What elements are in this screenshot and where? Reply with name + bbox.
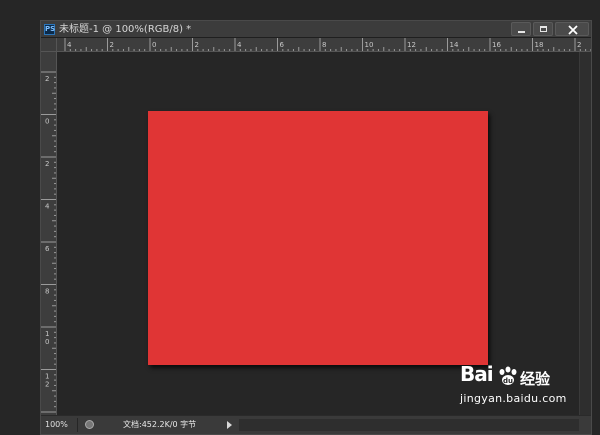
ruler-label: 2 — [45, 160, 49, 168]
watermark-brand-suffix: 经验 — [520, 370, 551, 388]
ruler-label: 0 — [45, 118, 49, 126]
ruler-label: 4 — [237, 41, 242, 49]
ruler-label: 14 — [450, 41, 459, 49]
ruler-label: 6 — [45, 245, 50, 253]
status-divider — [77, 418, 78, 432]
ruler-label: 8 — [322, 41, 326, 49]
ruler-label: 6 — [280, 41, 285, 49]
paw-logo-icon: du — [499, 366, 517, 385]
vertical-scrollbar[interactable] — [579, 52, 591, 415]
baidu-jingyan-watermark: Bai du 经验 jingyan.baidu.com — [460, 362, 600, 422]
minimize-icon — [518, 31, 525, 33]
ruler-label: 16 — [492, 41, 501, 49]
canvas-area[interactable] — [57, 52, 579, 415]
maximize-icon — [540, 26, 547, 32]
ruler-label: 8 — [45, 288, 49, 296]
ruler-label: 0 — [152, 41, 156, 49]
ruler-label: 2 — [45, 381, 49, 389]
ruler-label: 2 — [110, 41, 114, 49]
svg-text:du: du — [503, 377, 513, 385]
ruler-label: 1 — [45, 373, 49, 381]
red-document-canvas[interactable] — [148, 111, 488, 365]
ruler-label: 1 — [45, 330, 49, 338]
horizontal-ruler[interactable]: 4 2 0 2 4 6 8 10 12 14 16 18 2 — [57, 38, 591, 52]
ruler-label: 4 — [67, 41, 72, 49]
maximize-button[interactable] — [533, 22, 553, 36]
watermark-brand: Bai — [460, 362, 494, 386]
ruler-label: 4 — [45, 203, 50, 211]
app: PS 未标题-1 @ 100%(RGB/8) * 4 2 0 2 4 6 8 10 12 14 16… — [0, 0, 600, 435]
ruler-label: 0 — [45, 338, 49, 346]
watermark-url: jingyan.baidu.com — [460, 392, 567, 405]
zoom-level[interactable]: 100% — [45, 420, 68, 430]
ruler-origin[interactable] — [41, 38, 57, 52]
ruler-label: 12 — [407, 41, 416, 49]
document-title: 未标题-1 @ 100%(RGB/8) * — [59, 24, 192, 35]
ruler-label: 2 — [195, 41, 199, 49]
close-button[interactable] — [555, 22, 589, 36]
ruler-label: 2 — [577, 41, 581, 49]
vertical-ruler[interactable]: 202468101214 — [41, 52, 57, 415]
status-info-icon[interactable] — [85, 420, 94, 429]
ruler-label: 18 — [535, 41, 544, 49]
document-size-info: 文档:452.2K/0 字节 — [123, 420, 197, 429]
minimize-button[interactable] — [511, 22, 531, 36]
status-menu-arrow-icon[interactable] — [227, 421, 232, 429]
document-tab-titlebar[interactable]: PS 未标题-1 @ 100%(RGB/8) * — [41, 21, 591, 38]
close-icon — [568, 25, 578, 35]
photoshop-icon: PS — [44, 24, 56, 35]
ruler-label: 10 — [365, 41, 374, 49]
ruler-label: 2 — [45, 75, 49, 83]
